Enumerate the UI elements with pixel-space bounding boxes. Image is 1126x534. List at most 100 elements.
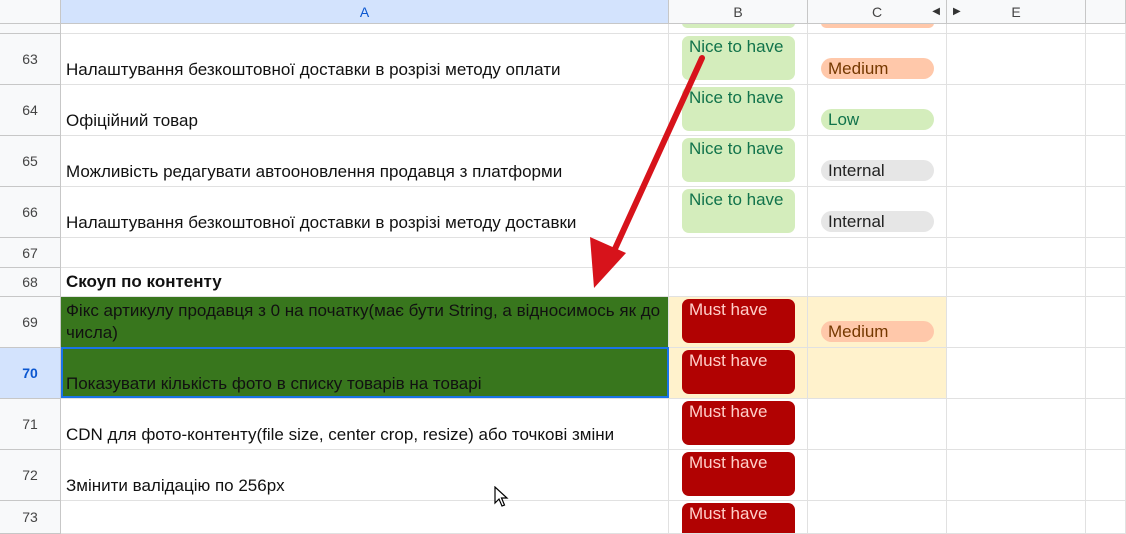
cell-c[interactable] (808, 501, 947, 534)
table-row: 66 Налаштування безкоштовної доставки в … (0, 187, 1126, 238)
priority-chip[interactable]: Nice to have (682, 189, 795, 233)
priority-chip[interactable]: Must have (682, 401, 795, 445)
cell-a[interactable]: Налаштування безкоштовної доставки в роз… (61, 187, 669, 238)
select-all-corner[interactable] (0, 0, 61, 24)
cell-f[interactable] (1086, 297, 1126, 348)
cell-e[interactable] (947, 501, 1086, 534)
cell-f[interactable] (1086, 187, 1126, 238)
column-header-f[interactable] (1086, 0, 1126, 24)
priority-chip[interactable]: Must have (682, 350, 795, 394)
row-number[interactable]: 64 (0, 85, 61, 136)
cell-b[interactable] (669, 24, 808, 34)
cell-c[interactable] (808, 24, 947, 34)
cell-c[interactable]: Medium (808, 34, 947, 85)
row-number[interactable]: 65 (0, 136, 61, 187)
column-header-a[interactable]: A (61, 0, 669, 24)
row-number[interactable]: 71 (0, 399, 61, 450)
row-number[interactable]: 66 (0, 187, 61, 238)
cell-a[interactable] (61, 501, 669, 534)
cell-a[interactable]: Показувати кількість фото в списку товар… (61, 348, 669, 399)
cell-a[interactable] (61, 238, 669, 268)
expand-right-icon[interactable]: ▶ (953, 6, 961, 17)
cell-f[interactable] (1086, 348, 1126, 399)
cell-a[interactable]: CDN для фото-контенту(file size, center … (61, 399, 669, 450)
row-number[interactable]: 73 (0, 501, 61, 534)
cell-c[interactable]: Low (808, 85, 947, 136)
priority-chip[interactable]: Nice to have (682, 36, 795, 80)
cell-a[interactable]: Скоуп по контенту (61, 268, 669, 297)
cell-f[interactable] (1086, 399, 1126, 450)
priority-chip[interactable]: Must have (682, 299, 795, 343)
cell-e[interactable] (947, 348, 1086, 399)
cell-e[interactable] (947, 187, 1086, 238)
cell-c[interactable] (808, 348, 947, 399)
cell-a[interactable]: Змінити валідацію по 256px (61, 450, 669, 501)
cell-b[interactable]: Nice to have (669, 85, 808, 136)
status-pill[interactable]: Low (821, 109, 934, 130)
cell-b[interactable] (669, 238, 808, 268)
cell-b[interactable]: Nice to have (669, 187, 808, 238)
cell-c[interactable]: Internal (808, 187, 947, 238)
row-number[interactable]: 63 (0, 34, 61, 85)
cell-e[interactable] (947, 85, 1086, 136)
row-number[interactable]: 72 (0, 450, 61, 501)
cell-a[interactable]: Можливість редагувати автооновлення прод… (61, 136, 669, 187)
row-number[interactable]: 68 (0, 268, 61, 297)
cell-b[interactable]: Must have (669, 348, 808, 399)
row-number[interactable]: 69 (0, 297, 61, 348)
cell-f[interactable] (1086, 34, 1126, 85)
cell-e[interactable] (947, 24, 1086, 34)
cell-b[interactable] (669, 268, 808, 297)
column-header-c[interactable]: C ◀ (808, 0, 947, 24)
cell-e[interactable] (947, 34, 1086, 85)
cell-c[interactable]: Internal (808, 136, 947, 187)
cell-c[interactable] (808, 238, 947, 268)
cell-e[interactable] (947, 399, 1086, 450)
cell-e[interactable] (947, 136, 1086, 187)
priority-chip[interactable]: Nice to have (682, 138, 795, 182)
cell-b[interactable]: Must have (669, 399, 808, 450)
cell-b[interactable]: Nice to have (669, 34, 808, 85)
cell-b[interactable]: Must have (669, 501, 808, 534)
cell-e[interactable] (947, 238, 1086, 268)
cell-c[interactable] (808, 399, 947, 450)
cell-a[interactable]: Фікс артикулу продавця з 0 на початку(ма… (61, 297, 669, 348)
priority-chip[interactable]: Must have (682, 503, 795, 533)
status-pill[interactable]: Internal (821, 160, 934, 181)
task-text: Налаштування безкоштовної доставки в роз… (66, 60, 561, 79)
cell-c[interactable] (808, 268, 947, 297)
cell-c[interactable]: Medium (808, 297, 947, 348)
cell-f[interactable] (1086, 450, 1126, 501)
cell-e[interactable] (947, 450, 1086, 501)
cell-f[interactable] (1086, 85, 1126, 136)
collapse-left-icon[interactable]: ◀ (932, 6, 940, 17)
cell-b[interactable]: Must have (669, 297, 808, 348)
table-row: 67 (0, 238, 1126, 268)
cell-c[interactable] (808, 450, 947, 501)
row-number[interactable]: 67 (0, 238, 61, 268)
status-pill[interactable]: Internal (821, 211, 934, 232)
cell-a[interactable]: Налаштування безкоштовної доставки в роз… (61, 34, 669, 85)
cell-e[interactable] (947, 297, 1086, 348)
table-row: 63 Налаштування безкоштовної доставки в … (0, 34, 1126, 85)
task-text: Офіційний товар (66, 111, 198, 130)
cell-f[interactable] (1086, 136, 1126, 187)
column-header-d[interactable]: ▶ E (947, 0, 1086, 24)
cell-f[interactable] (1086, 501, 1126, 534)
cell-b[interactable]: Nice to have (669, 136, 808, 187)
cell-e[interactable] (947, 268, 1086, 297)
cell-a[interactable]: Офіційний товар (61, 85, 669, 136)
priority-chip[interactable]: Must have (682, 452, 795, 496)
cell-a[interactable] (61, 24, 669, 34)
row-number[interactable] (0, 24, 61, 34)
task-text: Налаштування безкоштовної доставки в роз… (66, 213, 577, 232)
cell-f[interactable] (1086, 24, 1126, 34)
status-pill[interactable]: Medium (821, 321, 934, 342)
row-number[interactable]: 70 (0, 348, 61, 399)
cell-f[interactable] (1086, 268, 1126, 297)
priority-chip[interactable]: Nice to have (682, 87, 795, 131)
column-header-b[interactable]: B (669, 0, 808, 24)
status-pill[interactable]: Medium (821, 58, 934, 79)
cell-f[interactable] (1086, 238, 1126, 268)
cell-b[interactable]: Must have (669, 450, 808, 501)
